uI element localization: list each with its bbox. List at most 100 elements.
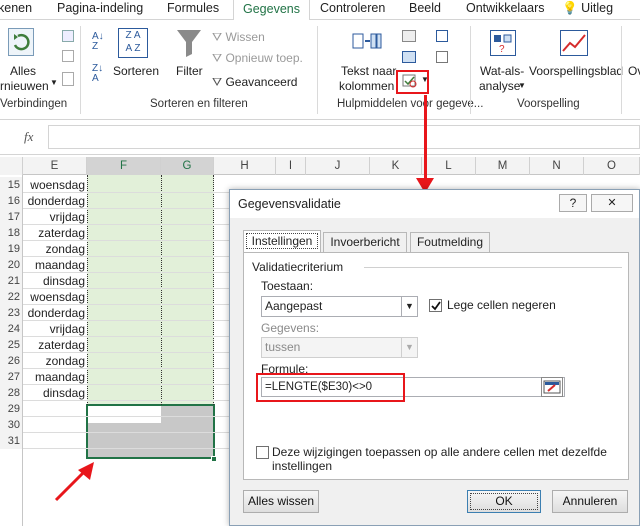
tab-pagina-indeling[interactable]: Pagina-indeling — [57, 0, 143, 20]
reapply-button[interactable]: ⛛ Opnieuw toep. — [212, 51, 303, 66]
column-header-o[interactable]: O — [584, 157, 640, 175]
row-number[interactable]: 26 — [0, 353, 22, 369]
row-number[interactable]: 15 — [0, 177, 22, 193]
column-header-k[interactable]: K — [370, 157, 422, 175]
ok-button[interactable]: OK — [467, 490, 541, 513]
column-header-h[interactable]: H — [214, 157, 276, 175]
tab-formules[interactable]: Formules — [167, 0, 219, 20]
tab-gegevens-cut[interactable]: kenen — [0, 0, 32, 20]
refresh-all-icon[interactable] — [8, 28, 34, 56]
cell-day[interactable] — [23, 417, 87, 433]
text-to-columns-label-2[interactable]: kolommen — [339, 79, 394, 93]
row-number[interactable]: 31 — [0, 433, 22, 449]
ignore-blank-checkbox[interactable] — [429, 299, 442, 312]
clear-button[interactable]: ⛛ Wissen — [212, 30, 265, 45]
flash-fill-icon[interactable] — [402, 30, 416, 42]
row-number[interactable]: 20 — [0, 257, 22, 273]
forecast-sheet-button[interactable]: Voorspellingsblad — [529, 64, 623, 78]
cancel-button[interactable]: Annuleren — [552, 490, 628, 513]
tab-foutmelding[interactable]: Foutmelding — [410, 232, 490, 252]
column-header-n[interactable]: N — [530, 157, 584, 175]
column-header-f[interactable]: F — [87, 157, 161, 175]
what-if-label[interactable]: Wat-als- — [480, 64, 524, 78]
row-number[interactable]: 19 — [0, 241, 22, 257]
sort-az-icon[interactable]: A↓ Z — [92, 32, 104, 52]
row-number[interactable]: 23 — [0, 305, 22, 321]
refresh-all-label[interactable]: Alles — [10, 64, 36, 78]
filter-icon[interactable] — [176, 28, 202, 61]
dialog-titlebar[interactable]: Gegevensvalidatie ? ✕ — [230, 190, 639, 218]
column-header-g[interactable]: G — [161, 157, 214, 175]
column-header-m[interactable]: M — [476, 157, 530, 175]
cell-day[interactable]: woensdag — [23, 289, 87, 305]
advanced-button[interactable]: ⛛ Geavanceerd — [212, 75, 297, 90]
tab-instellingen[interactable]: Instellingen — [243, 230, 321, 252]
column-header-l[interactable]: L — [422, 157, 476, 175]
tab-gegevens[interactable]: Gegevens — [233, 0, 310, 21]
clear-all-button[interactable]: Alles wissen — [243, 490, 319, 513]
filter-button[interactable]: Filter — [176, 64, 203, 78]
tab-beeld[interactable]: Beeld — [409, 0, 441, 20]
forecast-sheet-icon[interactable] — [560, 30, 588, 56]
tab-invoerbericht[interactable]: Invoerbericht — [323, 232, 407, 252]
help-button[interactable]: ? — [559, 194, 587, 212]
row-number[interactable]: 21 — [0, 273, 22, 289]
selected-range-green[interactable] — [87, 175, 214, 405]
close-button[interactable]: ✕ — [591, 194, 633, 212]
cell-day[interactable]: zaterdag — [23, 225, 87, 241]
allow-select[interactable]: Aangepast ▼ — [261, 296, 418, 317]
remove-duplicates-icon[interactable] — [402, 51, 416, 63]
chevron-down-icon[interactable]: ▼ — [518, 81, 526, 90]
sort-dialog-icon[interactable]: Z AA Z — [118, 28, 148, 58]
edit-links-icon[interactable] — [62, 72, 74, 86]
data-select[interactable]: tussen ▼ — [261, 337, 418, 358]
row-number[interactable]: 17 — [0, 209, 22, 225]
range-select-button[interactable] — [541, 377, 563, 397]
fx-icon[interactable]: fx — [24, 129, 33, 145]
tab-ontwikkelaars[interactable]: Ontwikkelaars — [466, 0, 545, 20]
cell-day[interactable]: dinsdag — [23, 273, 87, 289]
cell-day[interactable]: donderdag — [23, 193, 87, 209]
row-number[interactable]: 25 — [0, 337, 22, 353]
row-number[interactable]: 27 — [0, 369, 22, 385]
column-header-i[interactable]: I — [276, 157, 306, 175]
row-number[interactable]: 22 — [0, 289, 22, 305]
select-all-corner[interactable] — [0, 157, 23, 175]
outline-button[interactable]: Ov — [628, 64, 640, 78]
cell-day[interactable]: maandag — [23, 369, 87, 385]
cell-day[interactable]: vrijdag — [23, 321, 87, 337]
cell-day[interactable] — [23, 433, 87, 449]
chevron-down-icon[interactable]: ▼ — [50, 78, 58, 87]
cell-day[interactable]: zaterdag — [23, 337, 87, 353]
cell-day[interactable]: vrijdag — [23, 209, 87, 225]
what-if-icon[interactable]: ? — [490, 30, 516, 56]
relationships-icon[interactable] — [436, 51, 448, 63]
column-header-e[interactable]: E — [23, 157, 87, 175]
sort-za-icon[interactable]: Z↓ A — [92, 64, 103, 84]
row-number[interactable]: 18 — [0, 225, 22, 241]
consolidate-icon[interactable] — [436, 30, 448, 42]
what-if-label-2[interactable]: analyse — [479, 79, 520, 93]
cell-day[interactable]: donderdag — [23, 305, 87, 321]
ignore-blank-label[interactable]: Lege cellen negeren — [447, 298, 556, 312]
tab-controleren[interactable]: Controleren — [320, 0, 385, 20]
fill-handle[interactable] — [211, 456, 217, 462]
connections-icon[interactable] — [62, 30, 74, 42]
cell-day[interactable]: maandag — [23, 257, 87, 273]
apply-all-label[interactable]: Deze wijzigingen toepassen op alle ander… — [272, 445, 607, 473]
column-header-j[interactable]: J — [306, 157, 370, 175]
cell-day[interactable]: zondag — [23, 353, 87, 369]
row-number[interactable]: 16 — [0, 193, 22, 209]
tab-uitleg[interactable]: 💡 Uitleg — [562, 0, 613, 20]
cell-day[interactable]: woensdag — [23, 177, 87, 193]
cell-day[interactable] — [23, 401, 87, 417]
text-to-columns-icon[interactable] — [352, 32, 382, 56]
refresh-all-label-2[interactable]: rnieuwen — [0, 79, 49, 93]
apply-all-checkbox[interactable] — [256, 446, 269, 459]
row-number[interactable]: 28 — [0, 385, 22, 401]
sort-button[interactable]: Sorteren — [113, 64, 159, 78]
cell-day[interactable]: dinsdag — [23, 385, 87, 401]
text-to-columns-label[interactable]: Tekst naar — [341, 64, 396, 78]
formula-input[interactable] — [48, 125, 640, 149]
cell-day[interactable]: zondag — [23, 241, 87, 257]
